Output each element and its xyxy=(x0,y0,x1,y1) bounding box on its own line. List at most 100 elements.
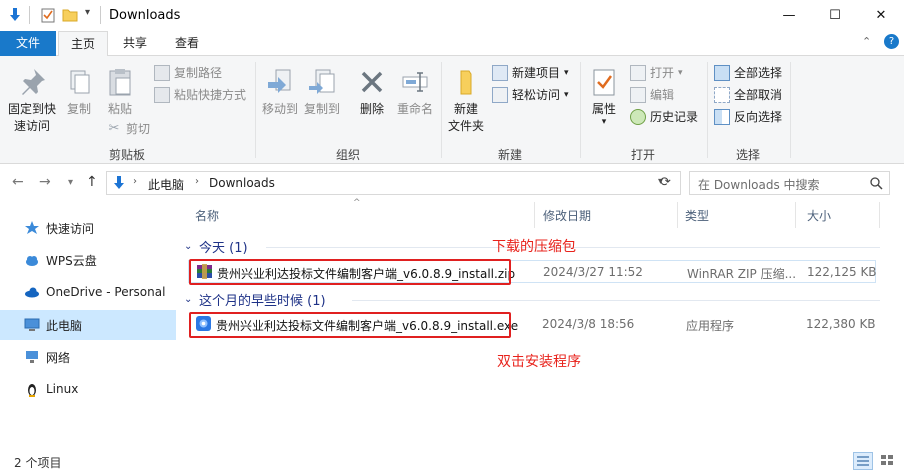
history-label: 历史记录 xyxy=(650,110,699,124)
group-label-new: 新建 xyxy=(497,148,522,162)
copy-path-button[interactable]: 复制路径 xyxy=(154,63,222,83)
column-separator[interactable] xyxy=(534,202,535,228)
chevron-down-icon: ▾ xyxy=(564,68,569,78)
breadcrumb-downloads[interactable]: Downloads xyxy=(209,176,275,190)
open-button[interactable]: 打开 ▾ xyxy=(630,63,683,83)
nav-item-linux[interactable]: Linux xyxy=(0,374,176,404)
group-collapse-icon[interactable]: ⌄ xyxy=(184,241,192,252)
help-icon[interactable]: ? xyxy=(884,34,899,49)
linux-icon xyxy=(28,384,36,397)
edit-button[interactable]: 编辑 xyxy=(630,85,674,105)
nav-label: 快速访问 xyxy=(46,221,95,236)
quick-access-dropdown-icon[interactable]: ▾ xyxy=(85,7,90,18)
rename-button[interactable]: 重命名 xyxy=(393,66,437,118)
file-type: WinRAR ZIP 压缩... xyxy=(687,267,797,281)
delete-label: 删除 xyxy=(359,102,384,116)
properties-icon xyxy=(593,69,615,96)
edit-label: 编辑 xyxy=(650,88,675,102)
paste-button[interactable]: 粘贴 xyxy=(103,66,137,118)
move-to-label: 移动到 xyxy=(261,102,298,116)
open-label: 打开 xyxy=(650,66,675,80)
new-folder-quick-icon[interactable] xyxy=(62,7,78,23)
maximize-button[interactable]: ☐ xyxy=(812,0,858,31)
copy-to-label: 复制到 xyxy=(303,102,340,116)
copy-button[interactable]: 复制 xyxy=(62,66,96,118)
file-size: 122,125 KB xyxy=(807,265,877,279)
title-bar: ▾ Downloads — ☐ ✕ xyxy=(0,0,904,31)
tab-view[interactable]: 查看 xyxy=(163,31,211,56)
copy-label: 复制 xyxy=(66,102,91,116)
select-none-button[interactable]: 全部取消 xyxy=(714,85,782,105)
forward-arrow-icon[interactable]: → xyxy=(39,174,51,190)
copy-icon xyxy=(70,70,90,94)
group-separator xyxy=(707,62,708,158)
nav-item-wps-cloud[interactable]: WPS云盘 xyxy=(0,245,176,275)
easy-access-button[interactable]: 轻松访问 ▾ xyxy=(492,85,569,105)
column-header-type[interactable]: 类型 xyxy=(685,207,709,224)
rename-icon xyxy=(402,72,428,92)
column-separator[interactable] xyxy=(795,202,796,228)
copy-to-button[interactable]: 复制到 xyxy=(302,66,342,118)
nav-label: OneDrive - Personal xyxy=(46,285,166,299)
column-separator[interactable] xyxy=(879,202,880,228)
select-all-button[interactable]: 全部选择 xyxy=(714,63,782,83)
minimize-button[interactable]: — xyxy=(766,0,812,31)
tab-home[interactable]: 主页 xyxy=(58,31,109,57)
nav-item-this-pc[interactable]: 此电脑 xyxy=(0,310,176,340)
back-arrow-icon[interactable]: ← xyxy=(12,174,24,190)
column-header-name[interactable]: 名称 xyxy=(195,207,219,224)
navigation-pane: 快速访问 WPS云盘 OneDrive - Personal 此电脑 网络 Li… xyxy=(0,205,176,445)
refresh-icon[interactable]: ⟳ xyxy=(660,175,671,190)
history-icon xyxy=(630,109,646,125)
group-collapse-icon[interactable]: ⌄ xyxy=(184,294,192,305)
group-label-organize: 组织 xyxy=(335,148,360,162)
search-placeholder: 在 Downloads 中搜索 xyxy=(698,178,820,192)
nav-label: Linux xyxy=(46,382,79,396)
history-button[interactable]: 历史记录 xyxy=(630,107,698,127)
tab-share[interactable]: 共享 xyxy=(111,31,159,56)
new-item-button[interactable]: 新建项目 ▾ xyxy=(492,63,569,83)
pin-icon xyxy=(22,69,45,95)
collapse-ribbon-icon[interactable]: ⌃ xyxy=(862,35,871,48)
breadcrumb-this-pc[interactable]: 此电脑 xyxy=(148,176,184,193)
properties-label: 属性 xyxy=(591,102,616,116)
nav-item-network[interactable]: 网络 xyxy=(0,342,176,372)
search-box[interactable]: 在 Downloads 中搜索 xyxy=(689,171,890,195)
paste-label: 粘贴 xyxy=(107,102,132,116)
edit-icon xyxy=(630,87,646,103)
group-header-today[interactable]: 今天 (1) xyxy=(199,237,248,256)
paste-shortcut-button[interactable]: 粘贴快捷方式 xyxy=(154,85,246,105)
up-arrow-icon[interactable]: ↑ xyxy=(86,174,98,190)
column-header-size[interactable]: 大小 xyxy=(807,207,831,224)
nav-item-quick-access[interactable]: 快速访问 xyxy=(0,213,176,243)
details-view-button[interactable] xyxy=(853,452,873,470)
large-icons-view-button[interactable] xyxy=(878,452,898,470)
file-date: 2024/3/27 11:52 xyxy=(543,265,643,279)
invert-selection-button[interactable]: 反向选择 xyxy=(714,107,782,127)
recent-locations-icon[interactable]: ▾ xyxy=(68,177,73,188)
properties-quick-icon[interactable] xyxy=(40,7,56,23)
nav-item-onedrive[interactable]: OneDrive - Personal xyxy=(0,277,176,307)
pin-quick-access-button[interactable]: 固定到快 速访问 xyxy=(4,66,60,135)
annotation-zip: 下载的压缩包 xyxy=(492,239,576,255)
column-header-date[interactable]: 修改日期 xyxy=(543,207,591,224)
select-none-icon xyxy=(714,87,730,103)
copy-to-icon xyxy=(309,69,335,94)
new-folder-button[interactable]: 新建 文件夹 xyxy=(446,66,486,135)
close-button[interactable]: ✕ xyxy=(858,0,904,31)
cut-button[interactable]: ✂ 剪切 xyxy=(106,119,150,139)
copy-path-icon xyxy=(154,65,170,81)
new-folder-label-2: 文件夹 xyxy=(447,119,484,133)
delete-button[interactable]: 删除 xyxy=(354,66,390,118)
nav-label: 网络 xyxy=(46,350,71,365)
file-date: 2024/3/8 18:56 xyxy=(542,317,635,331)
tab-file[interactable]: 文件 xyxy=(0,31,56,56)
properties-button[interactable]: 属性 ▾ xyxy=(585,66,623,127)
move-to-button[interactable]: 移动到 xyxy=(260,66,300,118)
group-divider xyxy=(352,300,880,301)
open-icon xyxy=(630,65,646,81)
column-separator[interactable] xyxy=(677,202,678,228)
group-header-earlier-this-month[interactable]: 这个月的早些时候 (1) xyxy=(199,290,326,309)
divider xyxy=(29,6,30,24)
address-box[interactable]: › 此电脑 › Downloads ▾ xyxy=(106,171,681,195)
